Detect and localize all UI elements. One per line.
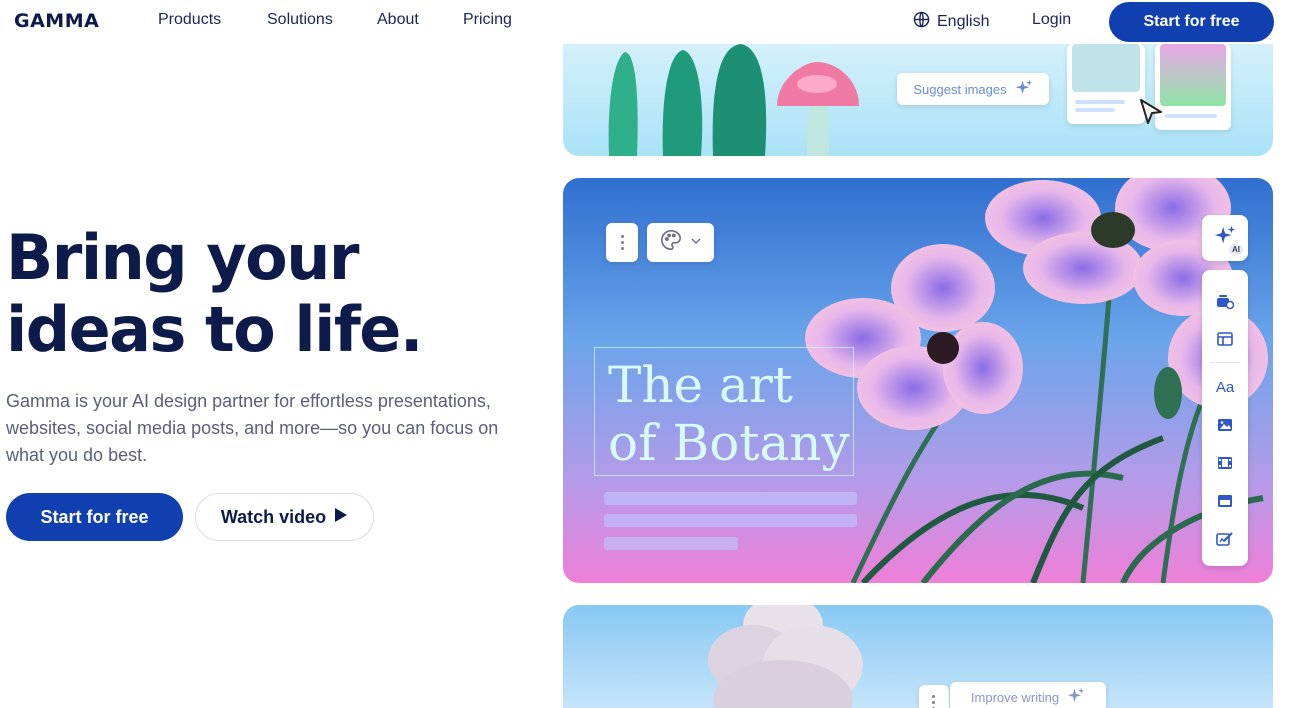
cursor-icon	[1139, 98, 1163, 131]
sparkle-icon	[1015, 79, 1033, 100]
language-label: English	[937, 13, 990, 30]
nav-link-products[interactable]: Products	[158, 11, 221, 29]
theme-palette-button[interactable]	[647, 223, 714, 262]
top-nav: GAMMA Products Solutions About Pricing E…	[0, 0, 1305, 44]
embed-icon[interactable]	[1215, 491, 1235, 511]
hero-subtitle: Gamma is your AI design partner for effo…	[6, 391, 499, 465]
play-icon	[334, 507, 348, 528]
suggest-images-label: Suggest images	[913, 81, 1007, 97]
video-icon[interactable]	[1215, 453, 1235, 473]
gamma-logo[interactable]: GAMMA	[14, 10, 99, 32]
globe-icon	[913, 11, 930, 33]
card-title-line1: The art	[608, 356, 793, 414]
sparkle-icon	[1067, 687, 1085, 708]
hero-title: Bring your ideas to life.	[6, 221, 423, 366]
edit-icon[interactable]	[1215, 529, 1235, 549]
nav-link-pricing[interactable]: Pricing	[463, 11, 512, 29]
card-menu-button[interactable]	[606, 223, 638, 262]
ai-badge: AI	[1229, 244, 1243, 255]
hero-title-line1: Bring your	[6, 221, 359, 294]
palette-icon	[660, 229, 682, 256]
improve-writing-chip[interactable]: Improve writing	[950, 682, 1106, 708]
nav-link-solutions[interactable]: Solutions	[267, 11, 333, 29]
more-vert-icon	[620, 235, 624, 250]
card-title[interactable]: The art of Botany	[608, 356, 850, 472]
more-vert-icon	[932, 695, 935, 708]
card-add-icon[interactable]	[1215, 291, 1235, 311]
image-thumbnail-1[interactable]	[1067, 44, 1145, 124]
start-for-free-button[interactable]: Start for free	[6, 493, 183, 541]
image-icon[interactable]	[1215, 415, 1235, 435]
layout-icon[interactable]	[1215, 329, 1235, 349]
image-thumbnail-2[interactable]	[1155, 44, 1231, 130]
nav-link-about[interactable]: About	[377, 11, 419, 29]
watch-video-label: Watch video	[220, 506, 327, 527]
placeholder-text-line	[604, 514, 857, 527]
chevron-down-icon	[690, 234, 702, 252]
nav-start-button[interactable]: Start for free	[1109, 2, 1274, 42]
placeholder-text-line	[604, 537, 738, 550]
suggest-images-chip[interactable]: Suggest images	[897, 73, 1049, 105]
ai-assistant-button[interactable]: AI	[1202, 215, 1248, 261]
language-selector[interactable]: English	[913, 11, 989, 33]
improve-writing-label: Improve writing	[970, 689, 1060, 705]
card-menu-button[interactable]	[919, 685, 949, 708]
card-toolbar: Aa	[1202, 270, 1248, 566]
login-link[interactable]: Login	[1032, 11, 1071, 29]
hero-title-line2: ideas to life.	[6, 293, 423, 366]
card-title-line2: of Botany	[608, 414, 850, 472]
showcase-card-writing	[563, 605, 1273, 708]
placeholder-text-line	[604, 492, 857, 505]
text-style-icon[interactable]: Aa	[1215, 377, 1235, 397]
watch-video-button[interactable]: Watch video	[195, 493, 374, 541]
toolbar-divider	[1210, 362, 1240, 363]
cloud-illustration	[708, 605, 863, 708]
